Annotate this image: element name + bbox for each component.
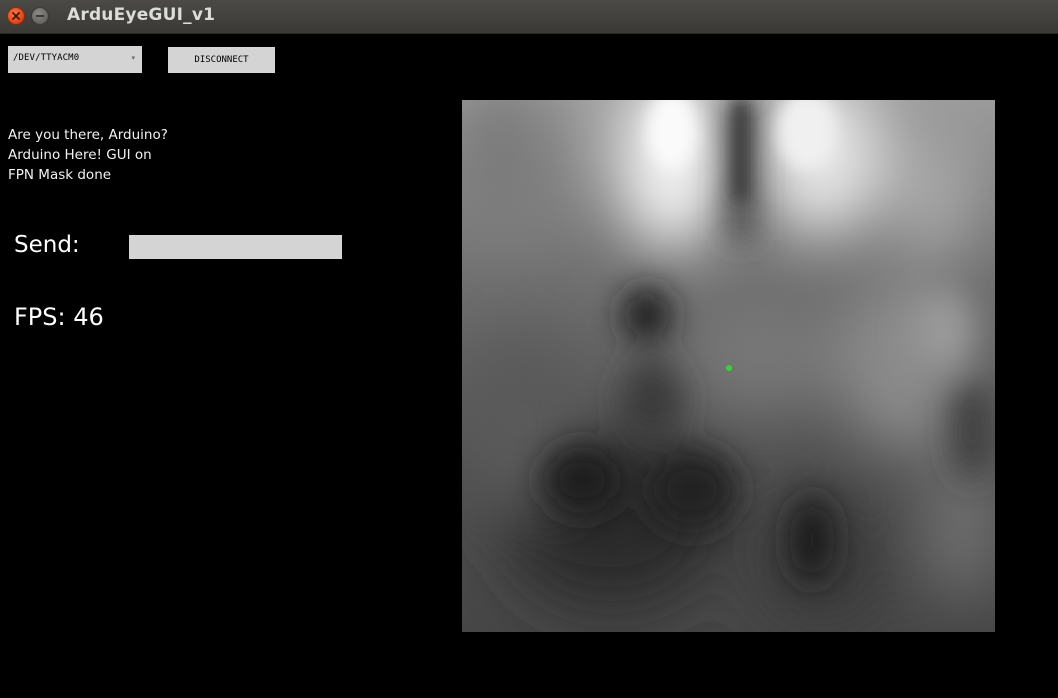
title-bar: ArduEyeGUI_v1	[0, 0, 1058, 34]
fps-readout: FPS: 46	[14, 303, 104, 331]
console-line: Are you there, Arduino?	[8, 127, 168, 143]
camera-frame	[462, 100, 995, 632]
camera-image	[462, 100, 995, 632]
disconnect-button-label: DISCONNECT	[194, 55, 249, 65]
chevron-down-icon: ▾	[131, 54, 135, 62]
close-window-button[interactable]	[7, 7, 25, 25]
close-icon	[12, 12, 20, 20]
send-label: Send:	[14, 232, 80, 258]
console-log: Are you there, Arduino? Arduino Here! GU…	[8, 125, 308, 185]
app-window: ArduEyeGUI_v1 /DEV/TTYACM0 ▾ DISCONNECT …	[0, 0, 1058, 698]
console-line: Arduino Here! GUI on	[8, 147, 152, 163]
serial-port-value: /DEV/TTYACM0	[13, 53, 80, 63]
window-title: ArduEyeGUI_v1	[67, 5, 216, 25]
tracking-marker	[726, 365, 732, 371]
send-input[interactable]	[129, 235, 342, 259]
console-line: FPN Mask done	[8, 167, 112, 183]
disconnect-button[interactable]: DISCONNECT	[168, 47, 275, 73]
minimize-window-button[interactable]	[31, 7, 49, 25]
minimize-icon	[36, 15, 44, 17]
serial-port-dropdown[interactable]: /DEV/TTYACM0 ▾	[8, 46, 142, 73]
